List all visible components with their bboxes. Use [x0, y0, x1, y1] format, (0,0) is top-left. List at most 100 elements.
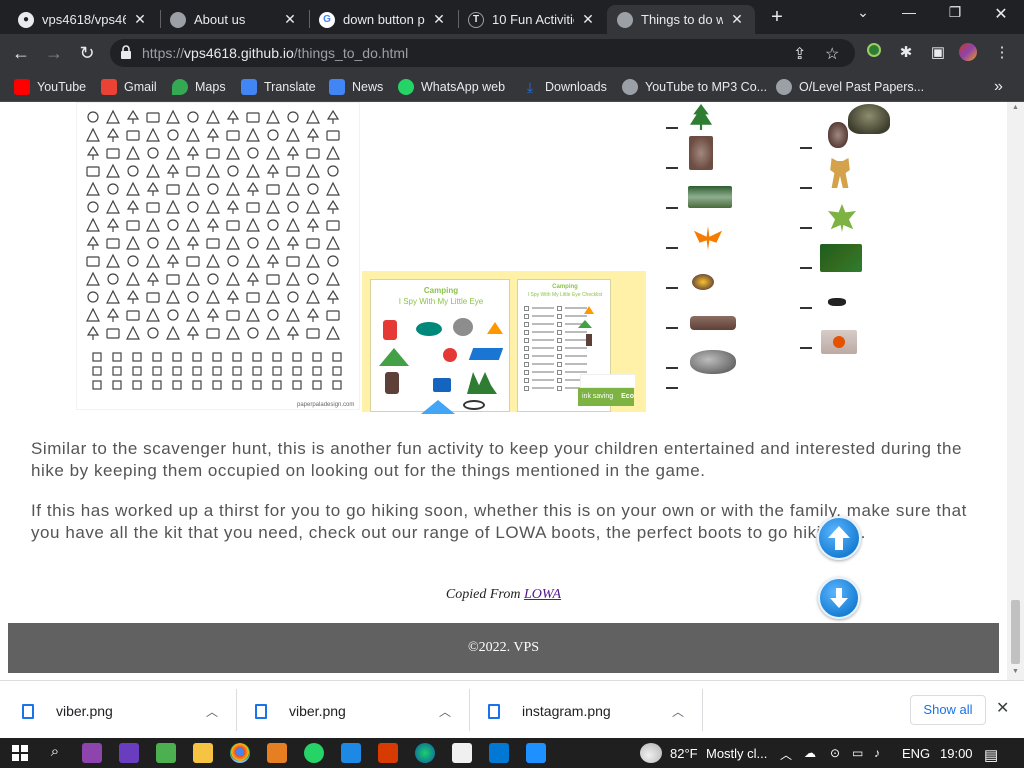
show-all-downloads-button[interactable]: Show all — [910, 695, 986, 725]
file-explorer-icon[interactable] — [193, 743, 213, 763]
doodle-mark — [207, 273, 219, 285]
vscode-icon[interactable] — [526, 743, 546, 763]
doodle-mark — [306, 328, 320, 339]
new-tab-button[interactable]: + — [767, 6, 787, 28]
tab-close-icon[interactable]: ✕ — [132, 11, 148, 28]
chevron-up-icon[interactable]: ︿ — [206, 703, 218, 720]
page-scrollbar[interactable]: ▲ ▼ — [1007, 102, 1024, 680]
doodle-mark — [326, 289, 340, 304]
back-button[interactable]: ← — [10, 42, 32, 64]
menu-icon[interactable]: ⋮ — [992, 43, 1012, 63]
tab-close-icon[interactable]: ✕ — [431, 11, 447, 28]
doodle-mark — [86, 325, 100, 340]
doodle-mark — [226, 109, 240, 124]
doodle-mark — [87, 111, 99, 123]
camera-icon[interactable]: ⊙ — [830, 746, 840, 760]
extensions-puzzle-icon[interactable]: ✱ — [896, 43, 916, 63]
lowa-link[interactable]: LOWA — [524, 587, 561, 602]
network-icon[interactable]: ☁ — [804, 746, 816, 760]
search-icon[interactable]: ⌕ — [45, 743, 65, 763]
bookmark-youtube[interactable]: YouTube — [14, 77, 86, 97]
spreadsheet-app-icon[interactable] — [156, 743, 176, 763]
store-icon[interactable] — [452, 743, 472, 763]
globe-icon — [170, 11, 186, 28]
doodle-mark — [326, 181, 340, 196]
doodle-mark — [146, 253, 160, 268]
app-orange-icon[interactable] — [267, 743, 287, 763]
weather-temp[interactable]: 82°F — [670, 746, 698, 761]
bookmarks-overflow-button[interactable]: » — [994, 77, 1003, 97]
tab-things-to-do[interactable]: Things to do wh ✕ — [607, 5, 755, 34]
bookmark-whatsapp[interactable]: WhatsApp web — [398, 77, 505, 97]
doodle-mark — [146, 202, 160, 213]
tab-close-icon[interactable]: ✕ — [580, 11, 596, 28]
doodle-mark — [86, 217, 100, 232]
scroll-up-arrow-icon[interactable]: ▲ — [1011, 104, 1020, 111]
bookmark-news[interactable]: News — [329, 77, 383, 97]
language-indicator[interactable]: ENG — [902, 746, 930, 761]
side-panel-icon[interactable]: ▣ — [928, 43, 948, 63]
display-icon[interactable]: ▭ — [852, 746, 863, 760]
profile-avatar[interactable] — [958, 43, 978, 63]
doodle-mark — [206, 127, 220, 142]
clock[interactable]: 19:00 — [940, 746, 973, 761]
tab-search-button[interactable]: ⌄ — [848, 4, 878, 21]
whatsapp-icon[interactable] — [304, 743, 324, 763]
notifications-icon[interactable]: ▤ — [984, 746, 998, 764]
scrollbar-thumb[interactable] — [1011, 600, 1020, 664]
download-item-viber-2[interactable]: viber.png — [255, 693, 346, 729]
doodle-mark — [87, 291, 99, 303]
forward-button[interactable]: → — [43, 42, 65, 64]
extension-icon[interactable] — [864, 43, 884, 63]
close-downloads-icon[interactable]: ✕ — [996, 698, 1009, 718]
bookmark-youtube-mp3[interactable]: YouTube to MP3 Co... — [622, 77, 767, 97]
weather-cloud-icon[interactable] — [640, 743, 662, 763]
tab-github[interactable]: ● vps4618/vps461 ✕ — [8, 5, 158, 34]
address-bar[interactable]: https://vps4618.github.io/things_to_do.h… — [110, 39, 855, 67]
doodle-mark — [186, 181, 200, 196]
chevron-up-icon[interactable]: ︿ — [439, 703, 451, 720]
tab-about-us[interactable]: About us ✕ — [160, 5, 308, 34]
bookmark-star-icon[interactable]: ☆ — [825, 44, 839, 64]
maximize-button[interactable]: ❐ — [940, 4, 970, 21]
mail-icon[interactable] — [489, 743, 509, 763]
office-icon[interactable] — [378, 743, 398, 763]
chrome-icon[interactable] — [230, 743, 250, 763]
tab-close-icon[interactable]: ✕ — [282, 11, 298, 28]
bookmark-gmail[interactable]: Gmail — [101, 77, 157, 97]
app-blue-icon[interactable] — [341, 743, 361, 763]
bookmark-translate[interactable]: Translate — [241, 77, 316, 97]
minimize-button[interactable]: — — [894, 4, 924, 20]
bookmark-downloads[interactable]: ⤓ Downloads — [522, 77, 607, 97]
scroll-up-button[interactable] — [817, 516, 861, 560]
bookmark-maps[interactable]: Maps — [172, 77, 226, 97]
tab-fun-activities[interactable]: T 10 Fun Activitie ✕ — [458, 5, 606, 34]
ant-icon — [828, 298, 846, 306]
scroll-down-button[interactable] — [818, 577, 860, 619]
doodle-mark — [286, 325, 300, 340]
download-item-instagram[interactable]: instagram.png — [488, 693, 611, 729]
doodle-mark — [147, 237, 159, 249]
download-item-viber-1[interactable]: viber.png — [22, 693, 113, 729]
tab-close-icon[interactable]: ✕ — [729, 11, 745, 28]
windows-start-icon[interactable] — [10, 743, 30, 763]
close-window-button[interactable]: ✕ — [986, 4, 1016, 24]
scroll-down-arrow-icon[interactable]: ▼ — [1011, 668, 1020, 675]
legend-mark — [212, 352, 222, 362]
tray-chevron-up-icon[interactable]: ︿ — [780, 746, 792, 763]
edge-icon[interactable] — [415, 743, 435, 763]
volume-icon[interactable]: ♪ — [874, 746, 880, 760]
doodle-mark — [106, 127, 120, 142]
doodle-mark — [307, 183, 319, 195]
chevron-up-icon[interactable]: ︿ — [672, 703, 684, 720]
visual-studio-alt-icon[interactable] — [119, 743, 139, 763]
visual-studio-icon[interactable] — [82, 743, 102, 763]
page-content: paperpaladesign.com Camping I Spy With M… — [0, 102, 1007, 680]
tab-google-search[interactable]: G down button pr ✕ — [309, 5, 457, 34]
share-icon[interactable]: ⇪ — [793, 44, 806, 64]
arrow-up-icon — [828, 526, 850, 550]
bookmark-olevel-papers[interactable]: O/Level Past Papers... — [776, 77, 924, 97]
doodle-mark — [126, 181, 140, 196]
reload-button[interactable]: ↻ — [76, 42, 98, 64]
weather-desc[interactable]: Mostly cl... — [706, 746, 767, 761]
